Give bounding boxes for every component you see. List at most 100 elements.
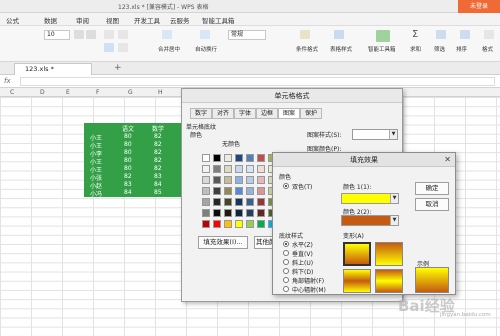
color-swatch[interactable] [213, 187, 221, 195]
sum-label[interactable]: 求和 [410, 45, 421, 53]
tab-pattern[interactable]: 图案 [278, 108, 300, 119]
cancel-button[interactable]: 取消 [415, 198, 449, 211]
color-swatch[interactable] [257, 198, 265, 206]
sort-icon[interactable] [460, 30, 470, 39]
align-center-icon[interactable] [118, 43, 128, 52]
login-button[interactable]: 未登录 [458, 0, 500, 13]
color-swatch[interactable] [224, 154, 232, 162]
diagonal-up-radio[interactable] [283, 259, 289, 265]
variant-4[interactable] [375, 269, 403, 293]
color-swatch[interactable] [235, 209, 243, 217]
menu-data[interactable]: 数据 [44, 15, 57, 25]
table-cell[interactable]: 82 [154, 165, 162, 172]
table-cell[interactable]: 80 [124, 133, 132, 140]
table-cell[interactable]: 小冯 [90, 189, 102, 198]
color-swatch[interactable] [246, 220, 254, 228]
from-center-radio[interactable] [283, 286, 289, 292]
color-swatch[interactable] [257, 187, 265, 195]
color-swatch[interactable] [202, 209, 210, 217]
color-swatch[interactable] [202, 198, 210, 206]
sum-icon[interactable]: Σ [412, 29, 418, 40]
color-swatch[interactable] [213, 209, 221, 217]
formula-input[interactable] [20, 77, 495, 86]
merge-center-label[interactable]: 合并居中 [158, 45, 180, 53]
column-header-h[interactable]: H [158, 89, 163, 96]
color-swatch[interactable] [224, 187, 232, 195]
tab-protection[interactable]: 保护 [300, 108, 322, 119]
column-header-c[interactable]: C [10, 89, 14, 96]
table-cell[interactable]: 84 [154, 181, 162, 188]
table-cell[interactable]: 80 [124, 141, 132, 148]
ok-button[interactable]: 确定 [415, 182, 449, 195]
align-top-icon[interactable] [104, 30, 114, 39]
data-table[interactable]: 语文 数学 小王 80 82 小王 80 82 小李 80 82 小王 80 8… [84, 123, 182, 198]
color-swatch[interactable] [224, 165, 232, 173]
column-header-e[interactable]: E [66, 89, 70, 96]
conditional-format-icon[interactable] [300, 30, 310, 39]
number-format-select[interactable]: 常规 [228, 30, 266, 40]
cond-format-label[interactable]: 条件格式 [296, 45, 318, 53]
wrap-text-label[interactable]: 自动换行 [195, 45, 217, 53]
table-cell[interactable]: 82 [124, 173, 132, 180]
menu-view[interactable]: 视图 [106, 15, 119, 25]
variant-1[interactable] [343, 242, 371, 266]
color1-select[interactable]: ▼ [341, 193, 399, 204]
wrap-text-icon[interactable] [200, 30, 210, 39]
sort-label[interactable]: 排序 [456, 45, 467, 53]
header-chinese[interactable]: 语文 [122, 124, 134, 133]
table-cell[interactable]: 82 [154, 157, 162, 164]
color-swatch[interactable] [213, 154, 221, 162]
color-swatch[interactable] [246, 198, 254, 206]
table-cell[interactable]: 82 [154, 149, 162, 156]
table-cell[interactable]: 85 [154, 189, 162, 196]
tab-border[interactable]: 边框 [256, 108, 278, 119]
filter-icon[interactable] [436, 30, 446, 39]
vertical-radio[interactable] [283, 250, 289, 256]
color-swatch[interactable] [213, 198, 221, 206]
font-shrink-icon[interactable] [86, 30, 96, 39]
merge-center-icon[interactable] [162, 30, 172, 39]
new-tab-button[interactable]: + [114, 63, 122, 73]
horizontal-radio[interactable] [283, 241, 289, 247]
color-swatch[interactable] [202, 187, 210, 195]
table-cell[interactable]: 84 [124, 189, 132, 196]
pattern-style-select[interactable]: ▼ [352, 129, 398, 140]
align-left-icon[interactable] [104, 43, 114, 52]
smart-toolbox-icon[interactable] [376, 30, 390, 42]
variant-2[interactable] [375, 242, 403, 266]
close-icon[interactable]: ✕ [444, 155, 451, 164]
color2-select[interactable]: ▼ [341, 215, 399, 226]
diagonal-down-radio[interactable] [283, 268, 289, 274]
format-icon[interactable] [484, 30, 494, 39]
column-header-g[interactable]: G [128, 89, 133, 96]
table-cell[interactable]: 80 [124, 165, 132, 172]
menu-review[interactable]: 审阅 [76, 15, 89, 25]
color-swatch[interactable] [235, 154, 243, 162]
color-swatch[interactable] [257, 154, 265, 162]
color-swatch[interactable] [235, 220, 243, 228]
color-swatch[interactable] [202, 220, 210, 228]
color-swatch[interactable] [235, 187, 243, 195]
tab-alignment[interactable]: 对齐 [212, 108, 234, 119]
color-swatch[interactable] [246, 165, 254, 173]
color-swatch[interactable] [246, 176, 254, 184]
color-swatch[interactable] [246, 209, 254, 217]
table-style-label[interactable]: 表格样式 [330, 45, 352, 53]
color-swatch[interactable] [224, 209, 232, 217]
column-header-f[interactable]: F [96, 89, 99, 96]
two-colors-radio[interactable] [283, 183, 289, 189]
table-cell[interactable]: 80 [124, 149, 132, 156]
font-grow-icon[interactable] [74, 30, 84, 39]
header-math[interactable]: 数学 [152, 124, 164, 133]
fill-effects-button[interactable]: 填充效果(I)... [198, 236, 248, 249]
color-swatch[interactable] [224, 220, 232, 228]
color-swatch[interactable] [224, 176, 232, 184]
table-cell[interactable]: 80 [124, 157, 132, 164]
fx-icon[interactable]: fx [4, 77, 11, 85]
color-swatch[interactable] [257, 165, 265, 173]
format-label[interactable]: 格式 [482, 45, 493, 53]
table-cell[interactable]: 82 [154, 141, 162, 148]
color-swatch[interactable] [202, 176, 210, 184]
color-swatch[interactable] [257, 220, 265, 228]
from-corner-radio[interactable] [283, 277, 289, 283]
